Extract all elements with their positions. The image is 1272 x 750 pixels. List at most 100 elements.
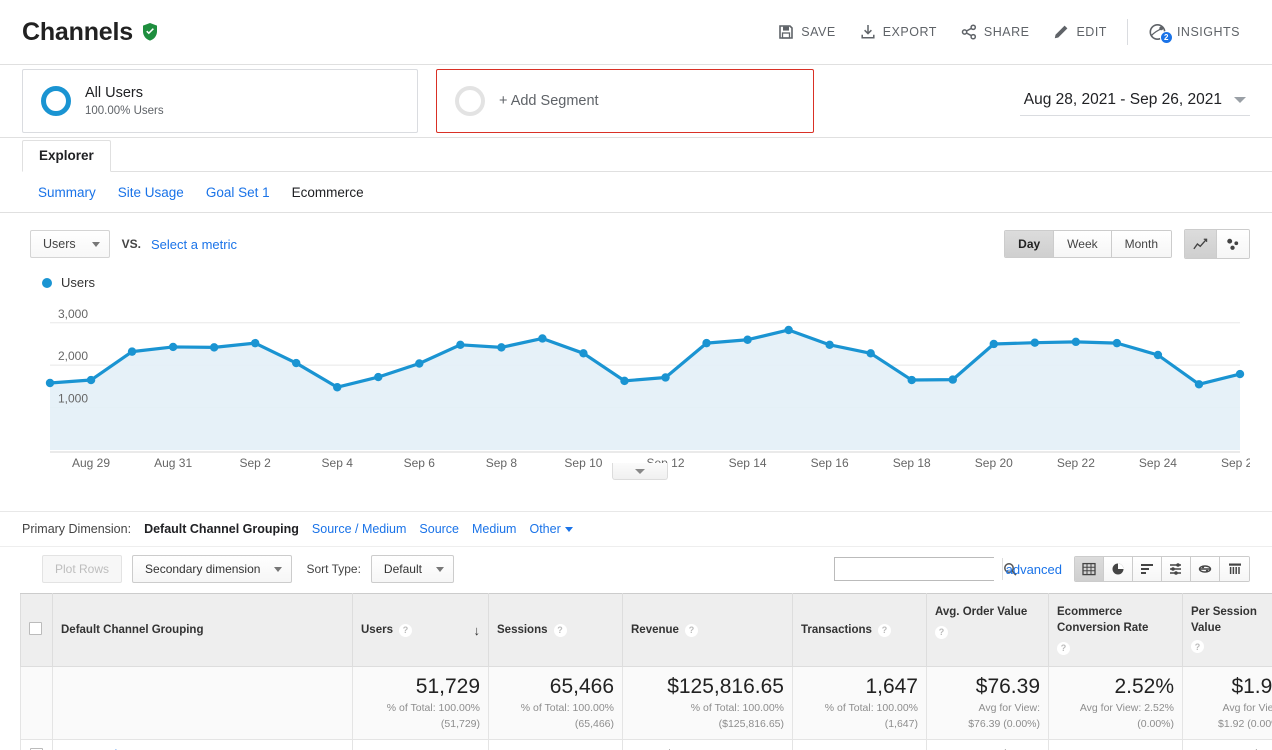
search-input[interactable] bbox=[834, 558, 1002, 580]
pencil-icon bbox=[1053, 24, 1069, 40]
granularity-day[interactable]: Day bbox=[1005, 231, 1055, 257]
metric-control-row: Users VS. Select a metric Day Week Month bbox=[0, 213, 1272, 261]
svg-text:Sep 8: Sep 8 bbox=[486, 456, 518, 470]
vs-label: VS. bbox=[121, 237, 141, 251]
svg-text:1,000: 1,000 bbox=[58, 392, 88, 406]
granularity-group: Day Week Month bbox=[1004, 230, 1172, 258]
col-label: Transactions bbox=[801, 624, 872, 636]
save-label: SAVE bbox=[801, 25, 836, 39]
totals-sessions-cell: 65,466 % of Total: 100.00% (65,466) bbox=[488, 666, 623, 740]
col-per-session-value[interactable]: Per Session Value ? bbox=[1182, 593, 1272, 667]
col-transactions[interactable]: Transactions ? bbox=[792, 593, 927, 667]
primary-dimension-medium[interactable]: Medium bbox=[472, 522, 516, 536]
totals-sub1: % of Total: 100.00% bbox=[520, 702, 614, 714]
metric-select[interactable]: Users bbox=[30, 230, 110, 258]
primary-dimension-source-medium[interactable]: Source / Medium bbox=[312, 522, 406, 536]
date-range-text: Aug 28, 2021 - Sep 26, 2021 bbox=[1023, 91, 1222, 108]
share-button[interactable]: SHARE bbox=[949, 18, 1042, 46]
help-icon[interactable]: ? bbox=[398, 623, 412, 637]
totals-sub2: (51,729) bbox=[440, 718, 480, 730]
chart-collapse-handle[interactable] bbox=[612, 463, 668, 480]
segment-text: All Users 100.00% Users bbox=[85, 85, 164, 117]
totals-users-cell: 51,729 % of Total: 100.00% (51,729) bbox=[352, 666, 489, 740]
chart-legend: Users bbox=[42, 275, 1250, 290]
segment-all-users[interactable]: All Users 100.00% Users bbox=[22, 69, 418, 133]
col-sessions[interactable]: Sessions ? bbox=[488, 593, 623, 667]
svg-text:Sep 2: Sep 2 bbox=[239, 456, 271, 470]
help-icon[interactable]: ? bbox=[553, 623, 567, 637]
svg-text:3,000: 3,000 bbox=[58, 307, 88, 321]
table-view-icon[interactable] bbox=[1075, 557, 1104, 581]
svg-text:Sep 4: Sep 4 bbox=[322, 456, 354, 470]
primary-dimension-source[interactable]: Source bbox=[419, 522, 459, 536]
help-icon[interactable]: ? bbox=[684, 623, 698, 637]
subtab-summary[interactable]: Summary bbox=[38, 185, 96, 200]
select-a-metric-link[interactable]: Select a metric bbox=[151, 237, 237, 252]
totals-revenue-cell: $125,816.65 % of Total: 100.00% ($125,81… bbox=[622, 666, 793, 740]
help-icon[interactable]: ? bbox=[1057, 641, 1070, 655]
svg-text:Sep 10: Sep 10 bbox=[564, 456, 602, 470]
add-segment-button[interactable]: + Add Segment bbox=[436, 69, 814, 133]
totals-value: 2.52% bbox=[1114, 675, 1174, 698]
row-avg-order-value-cell: $76.17 bbox=[926, 739, 1049, 750]
export-button[interactable]: EXPORT bbox=[848, 18, 949, 46]
segment-ring-icon bbox=[41, 86, 71, 116]
col-ecommerce-conversion-rate[interactable]: Ecommerce Conversion Rate ? bbox=[1048, 593, 1183, 667]
edit-button[interactable]: EDIT bbox=[1041, 18, 1118, 46]
svg-text:Sep 24: Sep 24 bbox=[1139, 456, 1177, 470]
users-line-chart: 1,000 2,000 3,000 Aug 29 Aug 31 Sep 2 Sep 4 Sep… bbox=[45, 307, 1259, 470]
chart-block: Users 1,000 2,000 3,000 Aug 29 Aug 31 Sep 2 Se… bbox=[0, 261, 1272, 497]
totals-sub1: % of Total: 100.00% bbox=[690, 702, 784, 714]
help-icon[interactable]: ? bbox=[935, 625, 948, 639]
subtab-site-usage[interactable]: Site Usage bbox=[118, 185, 184, 200]
google-analytics-channels-report: Channels SAVE EXPORT SHARE EDIT 2 INSIGH… bbox=[0, 0, 1272, 750]
sort-descending-icon[interactable]: ↓ bbox=[474, 623, 481, 638]
col-users[interactable]: Users ? ↓ bbox=[352, 593, 489, 667]
table-row[interactable]: 1. Direct 50,225(97.29%) 63,937(97.66%) … bbox=[20, 739, 1272, 750]
subtab-ecommerce[interactable]: Ecommerce bbox=[292, 185, 364, 200]
advanced-link[interactable]: advanced bbox=[1006, 562, 1062, 577]
bar-view-icon[interactable] bbox=[1133, 557, 1162, 581]
verified-shield-icon bbox=[141, 22, 159, 42]
primary-dimension-active[interactable]: Default Channel Grouping bbox=[144, 522, 299, 536]
granularity-week[interactable]: Week bbox=[1054, 231, 1112, 257]
chart-type-group bbox=[1184, 229, 1250, 259]
pie-view-icon[interactable] bbox=[1104, 557, 1133, 581]
svg-text:Sep 22: Sep 22 bbox=[1057, 456, 1095, 470]
col-avg-order-value[interactable]: Avg. Order Value ? bbox=[926, 593, 1049, 667]
insights-label: INSIGHTS bbox=[1176, 25, 1240, 39]
segment-bar: All Users 100.00% Users + Add Segment Au… bbox=[0, 64, 1272, 138]
row-sessions-cell: 63,937(97.66%) bbox=[488, 739, 623, 750]
export-label: EXPORT bbox=[882, 25, 937, 39]
table-controls: Plot Rows Secondary dimension Sort Type:… bbox=[0, 546, 1272, 593]
chevron-down-icon bbox=[635, 468, 645, 474]
primary-dimension-row: Primary Dimension: Default Channel Group… bbox=[0, 511, 1272, 546]
totals-sub2: ($125,816.65) bbox=[718, 718, 784, 730]
totals-sub2: (0.00%) bbox=[1137, 718, 1174, 730]
totals-sub1: % of Total: 100.00% bbox=[824, 702, 918, 714]
date-range-picker[interactable]: Aug 28, 2021 - Sep 26, 2021 bbox=[1019, 86, 1250, 116]
motion-chart-icon[interactable] bbox=[1217, 230, 1249, 258]
primary-dimension-other[interactable]: Other bbox=[529, 522, 573, 536]
col-default-channel-grouping[interactable]: Default Channel Grouping bbox=[52, 593, 353, 667]
secondary-dimension-select[interactable]: Secondary dimension bbox=[132, 555, 293, 583]
tab-explorer[interactable]: Explorer bbox=[22, 140, 111, 172]
row-revenue-cell: $125,227.27(99.53%) bbox=[622, 739, 793, 750]
insights-button[interactable]: 2 INSIGHTS bbox=[1136, 16, 1252, 48]
totals-sub2: $76.39 (0.00%) bbox=[968, 718, 1040, 730]
sort-type-select[interactable]: Default bbox=[370, 555, 454, 583]
help-icon[interactable]: ? bbox=[877, 623, 891, 637]
pivot-view-icon[interactable] bbox=[1220, 557, 1249, 581]
comparison-view-icon[interactable] bbox=[1191, 557, 1220, 581]
performance-view-icon[interactable] bbox=[1162, 557, 1191, 581]
col-label: Ecommerce Conversion Rate bbox=[1057, 606, 1149, 634]
select-all-checkbox[interactable] bbox=[29, 622, 42, 635]
search-box[interactable] bbox=[833, 557, 1017, 581]
subtab-goal-set-1[interactable]: Goal Set 1 bbox=[206, 185, 270, 200]
line-chart-icon[interactable] bbox=[1185, 230, 1217, 258]
totals-sub2: (1,647) bbox=[884, 718, 918, 730]
save-button[interactable]: SAVE bbox=[766, 18, 847, 46]
help-icon[interactable]: ? bbox=[1191, 640, 1204, 653]
col-revenue[interactable]: Revenue ? bbox=[622, 593, 793, 667]
granularity-month[interactable]: Month bbox=[1111, 231, 1171, 257]
